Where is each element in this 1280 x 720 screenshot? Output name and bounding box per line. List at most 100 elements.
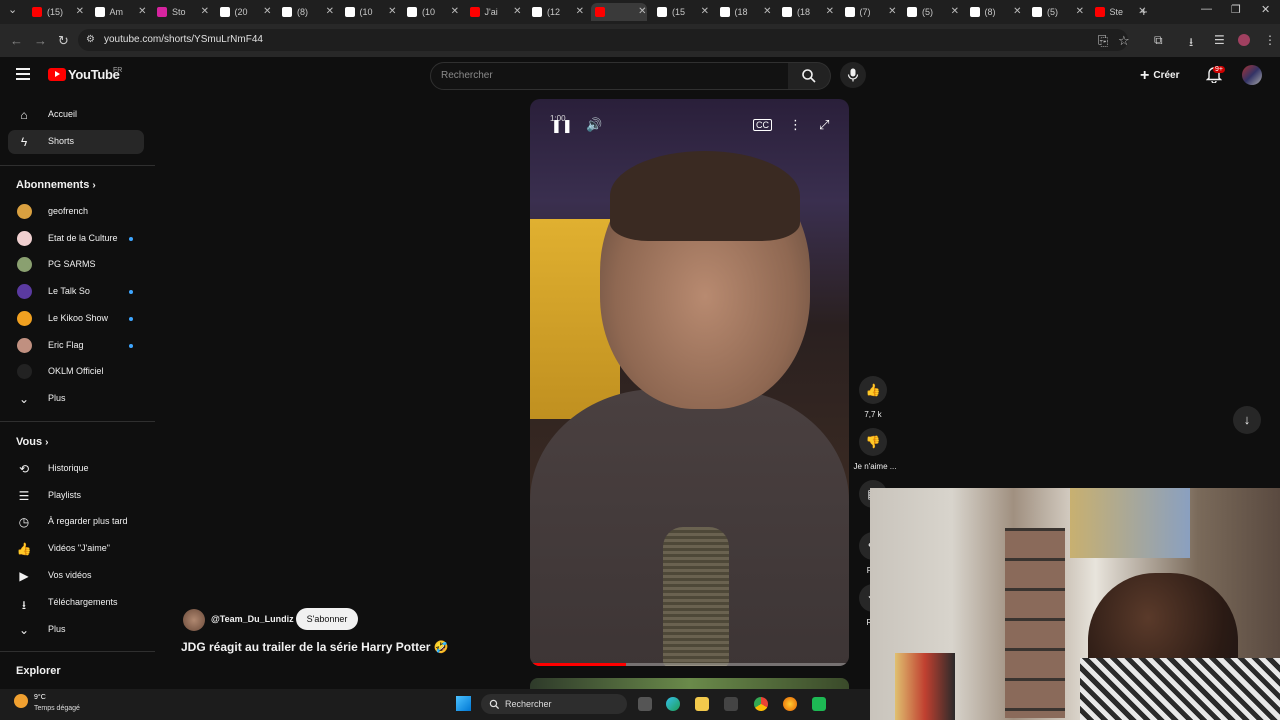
browser-tab[interactable]: (5) ✕ (1028, 3, 1084, 21)
browser-tab[interactable]: (18 ✕ (778, 3, 834, 21)
subscriptions-heading[interactable]: Abonnements › (16, 179, 96, 191)
voice-search-button[interactable] (840, 62, 866, 88)
close-tab-icon[interactable]: ✕ (263, 6, 271, 17)
url-field[interactable]: ⚙ youtube.com/shorts/YSmuLrNmF44 ⎘ ☆ (78, 29, 1130, 51)
sidebar-subscription[interactable]: Eric Flag (8, 334, 144, 358)
sidebar-item-you[interactable]: ⟲ Historique (8, 457, 144, 481)
bookmark-star-icon[interactable]: ☆ (1118, 33, 1130, 49)
close-tab-icon[interactable]: ✕ (201, 6, 209, 17)
sidebar-item-you[interactable]: ▶ Vos vidéos (8, 564, 144, 588)
browser-tab[interactable]: (18 ✕ (716, 3, 772, 21)
youtube-logo[interactable]: YouTube FR (48, 67, 122, 82)
sidebar-subscription[interactable]: PG SARMS (8, 253, 144, 277)
browser-tab[interactable]: Ste ✕ (1091, 3, 1147, 21)
browser-tab[interactable]: (8) ✕ (278, 3, 334, 21)
browser-tab[interactable]: (15) ✕ (28, 3, 84, 21)
short-title[interactable]: JDG réagit au trailer de la série Harry … (181, 640, 449, 654)
browser-tab[interactable]: (8) ✕ (966, 3, 1022, 21)
reload-icon[interactable]: ↻ (58, 33, 69, 49)
you-more[interactable]: ⌄ Plus (8, 618, 144, 642)
weather-icon[interactable] (14, 694, 28, 708)
browser-tab[interactable]: (20 ✕ (216, 3, 272, 21)
extensions-icon[interactable]: ⧉ (1154, 33, 1163, 48)
sidebar-item-accueil[interactable]: ⌂ Accueil (8, 103, 144, 127)
close-tab-icon[interactable]: ✕ (638, 6, 646, 17)
close-tab-icon[interactable]: ✕ (1013, 6, 1021, 17)
close-tab-icon[interactable]: ✕ (76, 6, 84, 17)
sidebar-item-you[interactable]: 👍 Vidéos "J'aime" (8, 537, 144, 561)
close-tab-icon[interactable]: ✕ (763, 6, 771, 17)
pause-icon[interactable]: ❚❚ (551, 118, 573, 134)
close-tab-icon[interactable]: ✕ (701, 6, 709, 17)
maximize-button[interactable]: ❐ (1231, 3, 1241, 16)
fullscreen-icon[interactable]: ⤢ (819, 117, 829, 133)
browser-tab[interactable]: (7) ✕ (841, 3, 897, 21)
tab-search-icon[interactable]: ☰ (1214, 33, 1225, 47)
task-view-icon[interactable] (638, 697, 652, 711)
sidebar-item-you[interactable]: ☰ Playlists (8, 484, 144, 508)
account-avatar[interactable] (1242, 65, 1262, 85)
sidebar-subscription[interactable]: Le Kikoo Show (8, 307, 144, 331)
close-tab-icon[interactable]: ✕ (826, 6, 834, 17)
browser-tab[interactable]: (10 ✕ (341, 3, 397, 21)
search-button[interactable] (788, 62, 831, 90)
close-tab-icon[interactable]: ✕ (451, 6, 459, 17)
subscriptions-more[interactable]: ⌄ Plus (8, 387, 144, 411)
sidebar-item-you[interactable]: ⭳ Téléchargements (8, 591, 144, 615)
browser-tab[interactable]: ✕ (590, 3, 647, 21)
browser-menu-icon[interactable]: ⋮ (1264, 33, 1276, 47)
new-tab-button[interactable]: + (1140, 4, 1148, 19)
next-short-button[interactable]: ↓ (1233, 406, 1261, 434)
channel-avatar[interactable] (183, 609, 205, 631)
taskbar-search[interactable]: Rechercher (481, 694, 627, 714)
site-info-icon[interactable]: ⚙ (86, 34, 95, 45)
create-button[interactable]: + Créer (1140, 67, 1179, 85)
volume-icon[interactable]: 🔊 (586, 117, 602, 133)
forward-icon[interactable]: → (34, 33, 47, 48)
profile-avatar[interactable] (1238, 34, 1250, 46)
sidebar-item-you[interactable]: ◷ À regarder plus tard (8, 510, 144, 534)
cast-icon[interactable]: ⎘ (1098, 33, 1108, 49)
sidebar-subscription[interactable]: Etat de la Culture (8, 227, 144, 251)
chrome-icon[interactable] (754, 697, 768, 711)
close-tab-icon[interactable]: ✕ (138, 6, 146, 17)
close-tab-icon[interactable]: ✕ (513, 6, 521, 17)
hamburger-menu-icon[interactable] (16, 68, 30, 83)
file-explorer-icon[interactable] (695, 697, 709, 711)
search-input[interactable]: Rechercher (430, 62, 790, 90)
short-video-player[interactable]: 1:00 ❚❚ 🔊 CC ⋮ ⤢ (530, 99, 849, 666)
browser-tab[interactable]: Sto ✕ (153, 3, 209, 21)
captions-icon[interactable]: CC (753, 119, 772, 131)
back-icon[interactable]: ← (10, 33, 23, 48)
sidebar-subscription[interactable]: geofrench (8, 200, 144, 224)
dislike-button[interactable]: 👎 (859, 428, 887, 456)
more-options-icon[interactable]: ⋮ (789, 117, 802, 133)
browser-tab[interactable]: (15 ✕ (653, 3, 709, 21)
browser-tab[interactable]: (12 ✕ (528, 3, 584, 21)
close-tab-icon[interactable]: ✕ (951, 6, 959, 17)
download-icon[interactable]: ⭳ (1189, 33, 1193, 54)
you-heading[interactable]: Vous › (16, 436, 48, 448)
channel-name[interactable]: @Team_Du_Lundiz (211, 614, 294, 624)
browser-tab[interactable]: J'ai ✕ (466, 3, 522, 21)
sidebar-subscription[interactable]: Le Talk So (8, 280, 144, 304)
close-tab-icon[interactable]: ✕ (326, 6, 334, 17)
browser-tab[interactable]: (10 ✕ (403, 3, 459, 21)
close-tab-icon[interactable]: ✕ (1076, 6, 1084, 17)
subscribe-button[interactable]: S'abonner (296, 608, 358, 630)
like-button[interactable]: 👍 (859, 376, 887, 404)
close-window-button[interactable]: ✕ (1261, 3, 1270, 16)
close-tab-icon[interactable]: ✕ (576, 6, 584, 17)
edge-icon[interactable] (666, 697, 680, 711)
close-tab-icon[interactable]: ✕ (888, 6, 896, 17)
browser-tab[interactable]: (5) ✕ (903, 3, 959, 21)
close-tab-icon[interactable]: ✕ (388, 6, 396, 17)
tab-list-icon[interactable]: ⌄ (8, 3, 17, 16)
store-icon[interactable] (724, 697, 738, 711)
minimize-button[interactable]: — (1201, 3, 1212, 15)
browser-tab[interactable]: Am ✕ (91, 3, 147, 21)
app-icon[interactable] (812, 697, 826, 711)
sidebar-subscription[interactable]: OKLM Officiel (8, 360, 144, 384)
sidebar-item-shorts[interactable]: ϟ Shorts (8, 130, 144, 154)
windows-start-icon[interactable] (456, 696, 471, 711)
